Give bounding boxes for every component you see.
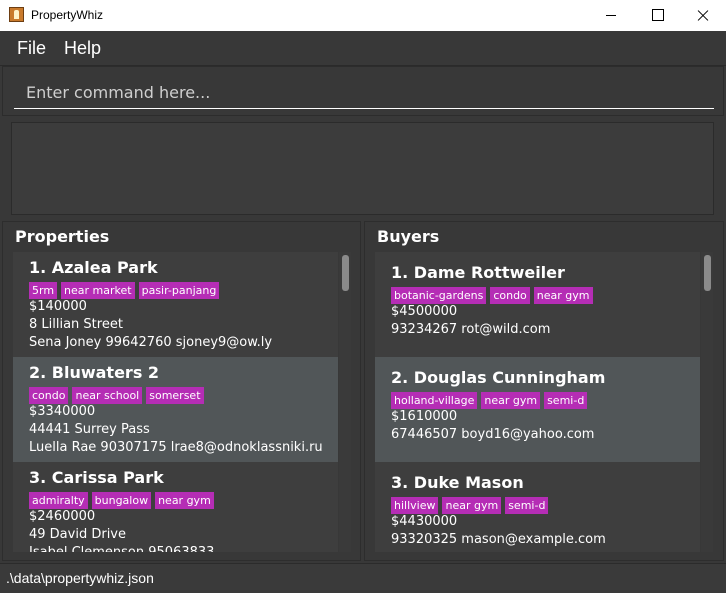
property-address: 44441 Surrey Pass [29, 422, 150, 437]
tag: bungalow [91, 492, 152, 509]
buyer-tags: hillview near gym semi-d [391, 494, 684, 514]
tag: pasir-panjang [138, 282, 220, 299]
tag: near gym [481, 392, 541, 409]
property-name: 3. Carissa Park [29, 468, 164, 487]
property-tags: condo near school somerset [29, 384, 322, 404]
scroll-thumb[interactable] [342, 255, 349, 291]
property-card[interactable]: 1. Azalea Park 5rm near market pasir-panja… [13, 252, 338, 357]
result-area [2, 118, 724, 218]
tag: near gym [155, 492, 214, 509]
tag: semi-d [505, 497, 549, 514]
buyer-card[interactable]: 2. Douglas Cunningham holland-village nea… [375, 357, 700, 462]
property-name: 1. Azalea Park [29, 258, 158, 277]
buyer-name: 2. Douglas Cunningham [391, 368, 606, 387]
buyer-tags: botanic-gardens condo near gym [391, 284, 684, 304]
tag: 5rm [29, 282, 58, 299]
property-address: 49 David Drive [29, 527, 126, 542]
property-card[interactable]: 3. Carissa Park admiralty bungalow near gy… [13, 462, 338, 552]
property-price: $2460000 [29, 509, 96, 524]
tag: near gym [533, 287, 593, 304]
close-icon[interactable] [680, 0, 726, 31]
tag: botanic-gardens [391, 287, 487, 304]
buyer-budget: $1610000 [391, 409, 458, 424]
menu-bar: File Help [0, 31, 726, 66]
buyer-name: 1. Dame Rottweiler [391, 263, 565, 282]
tag: condo [29, 387, 69, 404]
save-location: .\data\propertywhiz.json [6, 570, 154, 586]
buyer-card[interactable]: 1. Dame Rottweiler botanic-gardens condo n… [375, 252, 700, 357]
buyers-title: Buyers [377, 227, 440, 246]
menu-help[interactable]: Help [64, 38, 101, 59]
property-seller: Isabel Clemenson 95063833 [29, 544, 322, 552]
properties-panel: Properties 1. Azalea Park 5rm near market… [2, 221, 361, 561]
command-input[interactable] [14, 77, 714, 109]
tag: near school [72, 387, 143, 404]
buyer-budget: $4500000 [391, 304, 458, 319]
property-seller: Sena Joney 99642760 sjoney9@ow.ly [29, 335, 273, 350]
menu-file[interactable]: File [17, 38, 46, 59]
tag: semi-d [544, 392, 588, 409]
buyers-panel: Buyers 1. Dame Rottweiler botanic-garden… [364, 221, 724, 561]
property-list[interactable]: 1. Azalea Park 5rm near market pasir-panja… [13, 252, 338, 552]
property-card[interactable]: 2. Bluwaters 2 condo near school somerset … [13, 357, 338, 462]
buyer-budget: $4430000 [391, 514, 458, 529]
buyer-card[interactable]: 3. Duke Mason hillview near gym semi-d $44… [375, 462, 700, 552]
tag: holland-village [391, 392, 478, 409]
buyer-contact: 93320325 mason@example.com [391, 532, 606, 547]
property-tags: admiralty bungalow near gym [29, 489, 322, 509]
title-bar: PropertyWhiz [0, 0, 726, 31]
window-title: PropertyWhiz [31, 8, 104, 22]
maximize-icon[interactable] [634, 0, 680, 31]
tag: near market [61, 282, 135, 299]
tag: somerset [146, 387, 204, 404]
property-price: $3340000 [29, 404, 96, 419]
tag: condo [490, 287, 530, 304]
result-display[interactable] [11, 122, 714, 215]
tag: admiralty [29, 492, 88, 509]
properties-title: Properties [15, 227, 110, 246]
app-icon [9, 7, 24, 22]
tag: near gym [442, 497, 502, 514]
properties-scrollbar[interactable] [339, 252, 351, 552]
buyer-contact: 67446507 boyd16@yahoo.com [391, 427, 595, 442]
buyer-name: 3. Duke Mason [391, 473, 524, 492]
property-seller: Luella Rae 90307175 lrae8@odnoklassniki.… [29, 440, 323, 455]
buyer-list[interactable]: 1. Dame Rottweiler botanic-gardens condo n… [375, 252, 700, 552]
status-bar: .\data\propertywhiz.json [0, 563, 726, 593]
buyers-scrollbar[interactable] [701, 252, 713, 552]
tag: hillview [391, 497, 439, 514]
property-price: $140000 [29, 299, 87, 314]
command-box [2, 66, 724, 116]
buyer-contact: 93234267 rot@wild.com [391, 322, 551, 337]
buyer-tags: holland-village near gym semi-d [391, 389, 684, 409]
property-name: 2. Bluwaters 2 [29, 363, 160, 382]
property-tags: 5rm near market pasir-panjang [29, 279, 322, 299]
property-address: 8 Lillian Street [29, 317, 123, 332]
scroll-thumb[interactable] [704, 255, 711, 291]
minimize-icon[interactable] [588, 0, 634, 31]
